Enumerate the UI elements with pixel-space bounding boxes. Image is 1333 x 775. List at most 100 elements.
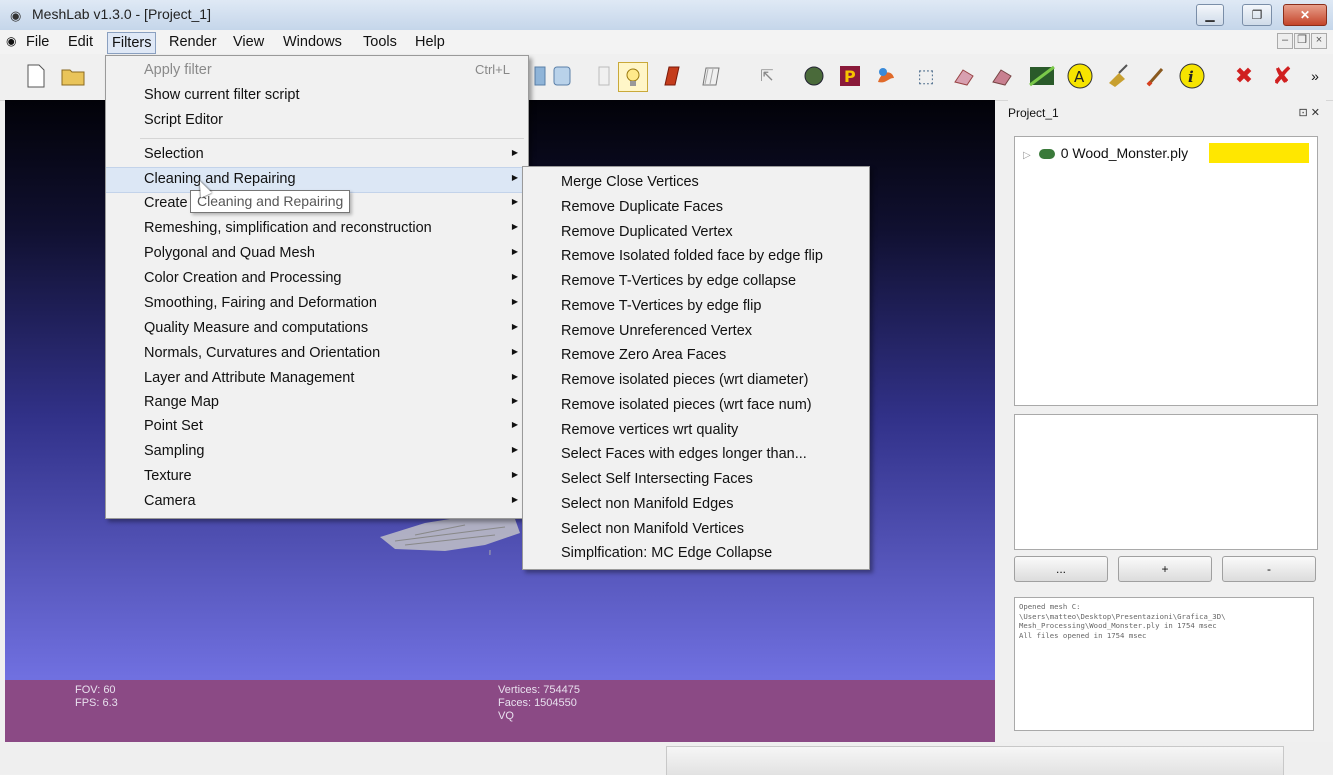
menu-item-texture[interactable]: Texture ▶ [106,465,528,489]
close-button[interactable]: ✕ [1283,4,1327,26]
light-bulb-icon[interactable] [618,62,648,92]
mdi-restore-icon[interactable]: ❐ [1294,33,1310,49]
submenu-item[interactable]: Select non Manifold Edges [561,496,734,512]
menu-item-apply-filter[interactable]: Apply filter Ctrl+L [106,59,528,83]
panel-title: Project_1 [1008,106,1059,120]
close-icon: ✕ [1299,8,1311,22]
menu-item-selection[interactable]: Selection ▶ [106,143,528,167]
select-icon[interactable]: ⇱ [753,62,781,90]
texture-map-icon[interactable] [1028,62,1056,90]
vertices-label: Vertices: 754475 [498,684,580,696]
eye-icon: ◉ [6,34,17,48]
submenu-item[interactable]: Remove isolated pieces (wrt diameter) [561,372,808,388]
maximize-button[interactable]: ❐ [1242,4,1272,26]
submenu-item[interactable]: Select Self Intersecting Faces [561,471,753,487]
submenu-item[interactable]: Simplfication: MC Edge Collapse [561,545,772,561]
submenu-item[interactable]: Merge Close Vertices [561,174,699,190]
menu-render[interactable]: Render [165,32,221,52]
log-area: Opened mesh C: \Users\matteo\Desktop\Pre… [1014,597,1314,731]
submenu-item[interactable]: Remove T-Vertices by edge flip [561,298,761,314]
remove-icon[interactable]: ✖ [1230,62,1258,90]
more-button[interactable]: ... [1014,556,1108,582]
submenu-item[interactable]: Select non Manifold Vertices [561,521,744,537]
menu-item-sampling[interactable]: Sampling ▶ [106,440,528,464]
menu-windows[interactable]: Windows [279,32,346,52]
menu-item-quality[interactable]: Quality Measure and computations ▶ [106,317,528,341]
pick-points-icon[interactable] [1104,62,1132,90]
photo-icon[interactable]: P [836,62,864,90]
menu-edit[interactable]: Edit [64,32,97,52]
info-icon[interactable]: i [1178,62,1206,90]
submenu-arrow-icon: ▶ [511,347,518,356]
submenu-item[interactable]: Remove Isolated folded face by edge flip [561,248,823,264]
submenu-arrow-icon: ▶ [511,197,518,206]
menu-tools[interactable]: Tools [359,32,401,52]
submenu-arrow-icon: ▶ [511,297,518,306]
title-bar: ◉ MeshLab v1.3.0 - [Project_1] ▁ ❐ ✕ [0,0,1333,31]
open-folder-icon[interactable] [60,62,88,90]
color-mode-icon[interactable] [658,62,686,90]
smooth-shading-icon[interactable] [548,62,576,90]
submenu-arrow-icon: ▶ [511,247,518,256]
annotate-icon[interactable]: A [1066,62,1094,90]
minimize-icon: ▁ [1205,8,1215,22]
remove-button[interactable]: - [1222,556,1316,582]
mdi-close-icon[interactable]: × [1311,33,1327,49]
menu-item-smoothing[interactable]: Smoothing, Fairing and Deformation ▶ [106,292,528,316]
menu-file[interactable]: File [22,32,53,52]
submenu-item[interactable]: Remove Duplicated Vertex [561,224,733,240]
box-icon[interactable] [590,62,618,90]
svg-text:i: i [1188,68,1194,86]
submenu-item[interactable]: Remove T-Vertices by edge collapse [561,273,796,289]
menu-item-remeshing[interactable]: Remeshing, simplification and reconstruc… [106,217,528,241]
menu-item-polygonal[interactable]: Polygonal and Quad Mesh ▶ [106,242,528,266]
submenu-arrow-icon: ▶ [511,222,518,231]
sphere-icon[interactable] [800,62,828,90]
menu-item-layer[interactable]: Layer and Attribute Management ▶ [106,367,528,391]
menu-item-normals[interactable]: Normals, Curvatures and Orientation ▶ [106,342,528,366]
menu-filters[interactable]: Filters [107,32,157,54]
layer-highlight [1209,143,1309,163]
submenu-arrow-icon: ▶ [511,148,518,157]
menu-item-color[interactable]: Color Creation and Processing ▶ [106,267,528,291]
submenu-arrow-icon: ▶ [511,322,518,331]
menu-item-show-script[interactable]: Show current filter script [106,84,528,108]
overflow-icon[interactable]: » [1305,62,1325,90]
menu-item-camera[interactable]: Camera ▶ [106,490,528,514]
new-file-icon[interactable] [22,62,50,90]
add-button[interactable]: + [1118,556,1212,582]
texture-icon[interactable] [697,62,725,90]
faces-label: Faces: 1504550 [498,697,577,709]
submenu-arrow-icon: ▶ [511,445,518,454]
minimize-button[interactable]: ▁ [1196,4,1224,26]
menu-view[interactable]: View [229,32,268,52]
layer-detail-box [1014,414,1318,550]
layer-panel: Project_1 ⊡ ✕ ▷ 0 Wood_Monster.ply ... + … [1008,100,1326,742]
menu-item-range-map[interactable]: Range Map ▶ [106,391,528,415]
menu-item-point-set[interactable]: Point Set ▶ [106,415,528,439]
mdi-minimize-icon[interactable]: – [1277,33,1293,49]
menu-item-script-editor[interactable]: Script Editor [106,109,528,133]
submenu-item[interactable]: Select Faces with edges longer than... [561,446,807,462]
expand-icon[interactable]: ▷ [1023,150,1031,161]
mdi-controls: – ❐ × [1276,33,1327,49]
submenu-item[interactable]: Remove isolated pieces (wrt face num) [561,397,812,413]
measure-icon[interactable] [950,62,978,90]
remove-red-icon[interactable]: ✘ [1268,62,1296,90]
align-icon[interactable] [988,62,1016,90]
submenu-item[interactable]: Remove Duplicate Faces [561,199,723,215]
submenu-item[interactable]: Remove Unreferenced Vertex [561,323,752,339]
layer-item[interactable]: ▷ 0 Wood_Monster.ply [1023,143,1188,163]
info-overlay: FOV: 60 FPS: 6.3 Vertices: 754475 Faces:… [5,680,995,742]
svg-text:A: A [1074,68,1085,86]
submenu-item[interactable]: Remove vertices wrt quality [561,422,738,438]
brush-icon[interactable] [1142,62,1170,90]
submenu-item[interactable]: Remove Zero Area Faces [561,347,726,363]
submenu-arrow-icon: ▶ [511,495,518,504]
select-faces-icon[interactable]: ⬚ [912,62,940,90]
paint-icon[interactable] [872,62,900,90]
panel-controls[interactable]: ⊡ ✕ [1299,106,1321,119]
visibility-icon[interactable] [1038,149,1055,160]
menu-help[interactable]: Help [411,32,449,52]
fps-label: FPS: 6.3 [75,697,118,709]
